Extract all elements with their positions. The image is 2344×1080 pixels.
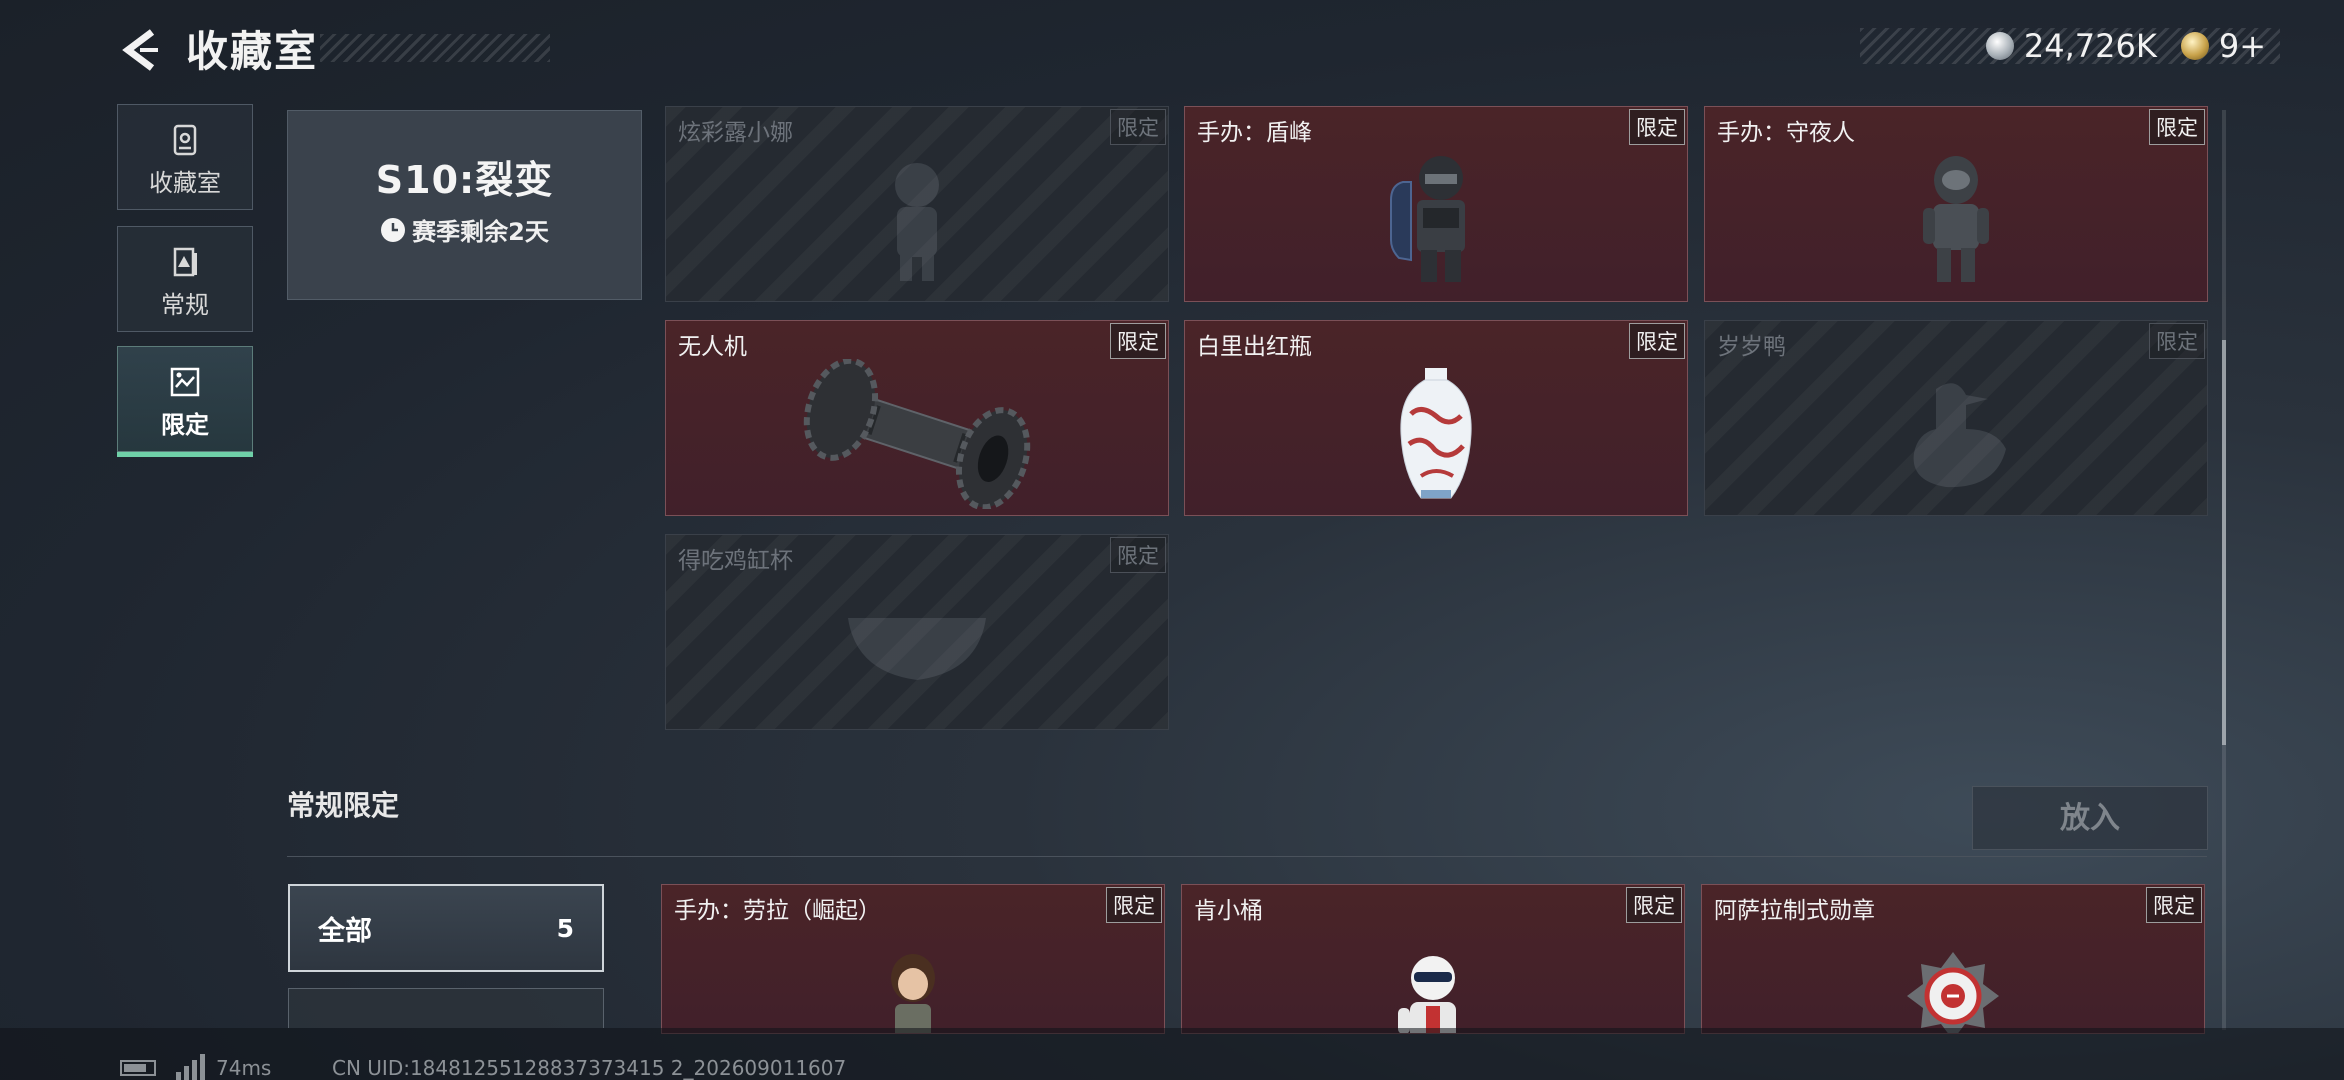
battery-icon xyxy=(120,1060,156,1076)
limited-tag: 限定 xyxy=(2149,109,2205,145)
shield-soldier-figure-icon xyxy=(1390,155,1465,282)
card-name: 手办：劳拉（崛起） xyxy=(674,898,881,924)
limited-tag: 限定 xyxy=(2146,887,2202,923)
collection-card[interactable]: 白里出红瓶 限定 xyxy=(1184,320,1688,516)
nav-label-regular: 常规 xyxy=(161,291,209,319)
card-name: 肯小桶 xyxy=(1194,898,1263,924)
collection-card[interactable]: 岁岁鸭 限定 xyxy=(1704,320,2208,516)
limited-tag: 限定 xyxy=(1626,887,1682,923)
limited-tag: 限定 xyxy=(1629,109,1685,145)
limited-tag: 限定 xyxy=(1629,323,1685,359)
limited-tag: 限定 xyxy=(1110,109,1166,145)
silver-coin-icon xyxy=(1985,32,2014,60)
bowl-icon xyxy=(848,617,986,680)
nav-collection[interactable]: 收藏室 xyxy=(117,104,253,210)
put-in-button[interactable]: 放入 xyxy=(1972,786,2208,850)
season-card: S10:裂变 赛季剩余2天 xyxy=(287,110,642,300)
gold-currency-value: 9+ xyxy=(2218,27,2266,65)
filter-button-partial[interactable] xyxy=(288,988,604,1028)
scrollbar-thumb[interactable] xyxy=(2222,340,2226,745)
currency-bar: 24,726K 9+ xyxy=(1860,27,2280,65)
section-title: 常规限定 xyxy=(287,789,400,822)
collection-icon xyxy=(173,124,197,156)
uid-text: CN UID:18481255128837373415 2_2026090116… xyxy=(332,1056,847,1080)
filter-all-button[interactable]: 全部 5 xyxy=(288,884,604,972)
figure-icon xyxy=(895,162,939,281)
filter-label: 全部 xyxy=(318,915,372,947)
nav-label-limited: 限定 xyxy=(161,411,209,439)
lara-figure-icon xyxy=(891,954,935,1033)
collection-card[interactable]: 手办：盾峰 限定 xyxy=(1184,106,1688,302)
collection-card[interactable]: 手办：守夜人 限定 xyxy=(1704,106,2208,302)
porcelain-vase-icon xyxy=(1400,367,1472,499)
card-name: 炫彩露小娜 xyxy=(678,120,793,146)
section-divider xyxy=(287,856,2207,857)
drone-roller-icon xyxy=(803,358,1031,509)
season-remaining: 赛季剩余2天 xyxy=(412,218,549,246)
limited-icon xyxy=(170,367,200,397)
gold-coin-icon xyxy=(2180,32,2209,60)
back-arrow-icon[interactable] xyxy=(118,28,162,72)
limited-tag: 限定 xyxy=(1110,537,1166,573)
filter-count: 5 xyxy=(556,913,574,943)
collection-card[interactable]: 手办：劳拉（崛起） 限定 xyxy=(661,884,1165,1034)
signal-icon xyxy=(176,1054,205,1080)
regular-icon xyxy=(173,247,197,277)
collection-card[interactable]: 阿萨拉制式勋章 限定 xyxy=(1701,884,2205,1034)
card-name: 手办：守夜人 xyxy=(1717,120,1855,146)
medal-icon xyxy=(1907,952,1999,1033)
season-title: S10:裂变 xyxy=(375,158,554,202)
page-title: 收藏室 xyxy=(186,27,319,76)
limited-tag: 限定 xyxy=(1106,887,1162,923)
title-decoration xyxy=(320,34,550,62)
card-name: 岁岁鸭 xyxy=(1717,334,1786,360)
limited-tag: 限定 xyxy=(2149,323,2205,359)
card-name: 无人机 xyxy=(678,334,747,360)
card-name: 阿萨拉制式勋章 xyxy=(1714,898,1875,924)
nightwatch-figure-icon xyxy=(1923,155,1989,282)
collection-card[interactable]: 炫彩露小娜 限定 xyxy=(665,106,1169,302)
nav-limited[interactable]: 限定 xyxy=(117,346,253,457)
card-name: 手办：盾峰 xyxy=(1197,120,1312,146)
colonel-figure-icon xyxy=(1398,956,1456,1033)
duck-icon xyxy=(1913,382,2006,487)
collection-card[interactable]: 无人机 限定 xyxy=(665,320,1169,516)
nav-label-collection: 收藏室 xyxy=(149,169,221,197)
collection-card[interactable]: 肯小桶 限定 xyxy=(1181,884,1685,1034)
clock-icon xyxy=(381,217,406,242)
nav-regular[interactable]: 常规 xyxy=(117,226,253,332)
silver-currency-value: 24,726K xyxy=(2023,27,2157,65)
limited-tag: 限定 xyxy=(1110,323,1166,359)
collection-card[interactable]: 得吃鸡缸杯 限定 xyxy=(665,534,1169,730)
card-name: 白里出红瓶 xyxy=(1197,334,1312,360)
card-name: 得吃鸡缸杯 xyxy=(678,548,793,574)
ping-value: 74ms xyxy=(216,1056,272,1080)
